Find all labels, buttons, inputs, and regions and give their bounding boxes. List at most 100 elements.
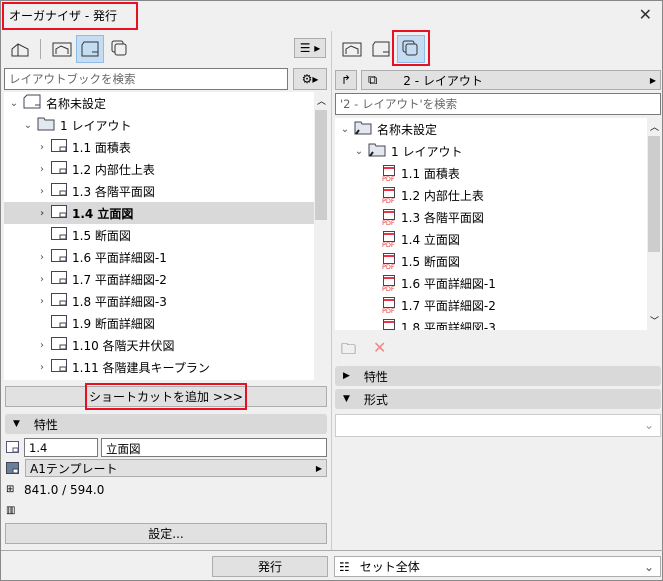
publisher-sets-button[interactable] [106,35,134,63]
svg-text:PDF: PDF [382,307,395,314]
set-nav-select[interactable]: ⧉ 2 - レイアウト ▶ [361,70,661,90]
chevron-icon[interactable]: › [36,296,48,307]
layout-name-field[interactable]: 立面図 [101,438,327,457]
set-item[interactable]: PDF 1.7 平面詳細図-2 [335,294,647,316]
tree-item[interactable]: › 1.1 面積表 [4,136,314,158]
tree-item[interactable]: › 1.3 各階平面図 [4,180,314,202]
set-item[interactable]: PDF 1.5 断面図 [335,250,647,272]
svg-text:PDF: PDF [382,175,395,182]
collapse-icon: ▼ [13,419,20,429]
format-header[interactable]: ▼ 形式 [335,389,661,409]
right-scrollbar[interactable]: ︿ ﹀ [647,118,661,330]
set-item[interactable]: PDF 1.3 各階平面図 [335,206,647,228]
tree-item[interactable]: 1.5 断面図 [4,224,314,246]
layout-book-tree[interactable]: ⌄ 名称未設定 ⌄ 1 レイアウト › 1.1 面積表 › 1.2 内部仕上表 › 1.3 各階平… [4,92,328,380]
tree-item[interactable]: › 1.6 平面詳細図-1 [4,246,314,268]
svg-text:PDF: PDF [382,241,395,248]
tree-item[interactable]: › 1.10 各階天井伏図 [4,334,314,356]
pdf-icon: PDF [382,186,396,205]
chevron-icon[interactable]: ⌄ [22,120,34,131]
scroll-thumb[interactable] [648,136,660,252]
tree-item-label: 1.5 断面図 [72,228,131,243]
right-view-map-button[interactable] [338,35,366,63]
list-icon: ☷ [339,559,350,574]
layout-book-button[interactable] [76,35,104,63]
chevron-icon[interactable]: › [36,340,48,351]
master-layout-icon [6,462,19,477]
set-item[interactable]: PDF 1.8 平面詳細図-3 [335,316,647,330]
menu-button[interactable]: ☰ ▸ [294,38,326,58]
tree-item-label: 1.1 面積表 [72,140,131,155]
scroll-thumb[interactable] [315,110,327,220]
set-search[interactable]: '2 - レイアウト'を検索 [335,93,661,115]
chevron-icon[interactable]: › [36,362,48,373]
tree-item[interactable]: › 1.8 平面詳細図-3 [4,290,314,312]
highlight-shortcut [85,383,247,410]
chevron-icon[interactable]: › [36,164,48,175]
layout-book-search[interactable]: レイアウトブックを検索 [4,68,288,90]
tree-item[interactable]: › 1.11 各階建具キープラン [4,356,314,378]
book-shortcut-icon [354,120,372,138]
set-item[interactable]: PDF 1.1 面積表 [335,162,647,184]
chevron-icon[interactable]: › [36,208,48,219]
project-map-button[interactable] [6,35,34,63]
settings-gear-button[interactable]: ⚙▸ [293,68,327,90]
tree-item[interactable]: › 1.7 平面詳細図-2 [4,268,314,290]
layout-sheet-icon [51,271,67,287]
format-title: 形式 [363,392,388,407]
layout-sheet-icon [51,227,67,243]
left-scrollbar[interactable]: ︿ [314,92,328,380]
chevron-icon[interactable]: › [36,252,48,263]
set-item[interactable]: PDF 1.4 立面図 [335,228,647,250]
set-scope-select[interactable]: ☷ セット全体 ⌄ [334,556,661,577]
tree-item[interactable]: ⌄ 1 レイアウト [4,114,314,136]
settings-button[interactable]: 設定... [5,523,327,544]
set-item[interactable]: PDF 1.2 内部仕上表 [335,184,647,206]
tree-item-label: 名称未設定 [46,96,107,111]
layout-icon [81,41,99,57]
tree-item-label: 1 レイアウト [60,118,132,133]
chevron-icon[interactable]: ⌄ [339,124,351,135]
publish-button[interactable]: 発行 [212,556,328,577]
chevron-icon[interactable]: ⌄ [8,98,20,109]
set-item-label: 1.5 断面図 [401,254,460,269]
tree-item[interactable]: 1.9 断面詳細図 [4,312,314,334]
layout-id-field[interactable]: 1.4 [24,438,98,457]
publisher-set-tree[interactable]: ⌄ 名称未設定 ⌄ 1 レイアウト PDF 1.1 面積表 PDF 1.2 内部仕上表 PDF 1… [335,118,661,330]
layout-sheet-icon [51,359,67,375]
scroll-down-icon[interactable]: ﹀ [650,314,659,327]
format-select[interactable]: ⌄ [335,414,661,437]
delete-icon[interactable]: ✕ [373,338,386,357]
tree-item[interactable]: › 1.4 立面図 [4,202,314,224]
up-level-button[interactable]: ↱ [335,70,357,90]
scroll-up-icon[interactable]: ︿ [650,120,659,133]
chevron-icon[interactable]: › [36,186,48,197]
right-properties-header[interactable]: ▶ 特性 [335,366,661,386]
set-item[interactable]: PDF 1.6 平面詳細図-1 [335,272,647,294]
collapse-icon: ▼ [343,394,350,404]
master-template-select[interactable]: A1テンプレート ▶ [25,459,327,477]
close-button[interactable]: ✕ [639,5,652,24]
chevron-down-icon: ⌄ [643,559,654,574]
tree-item[interactable]: ⌄ 名称未設定 [4,92,314,114]
set-item-label: 1.7 平面詳細図-2 [401,298,496,313]
tree-item[interactable]: › 1.2 内部仕上表 [4,158,314,180]
template-label: A1テンプレート [30,461,118,476]
properties-header[interactable]: ▼ 特性 [5,414,327,434]
set-item-label: 1.6 平面詳細図-1 [401,276,496,291]
set-item[interactable]: ⌄ 1 レイアウト [335,140,647,162]
view-map-button[interactable] [48,35,76,63]
scroll-up-icon[interactable]: ︿ [317,94,326,107]
highlight-sets [392,30,430,66]
layout-sheet-icon [51,249,67,265]
pdf-icon: PDF [382,252,396,271]
up-arrow-icon: ↱ [340,73,352,87]
view-icon [52,42,72,57]
right-layout-book-button[interactable] [367,35,395,63]
chevron-icon[interactable]: ⌄ [353,146,365,157]
chevron-icon[interactable]: › [36,142,48,153]
add-folder-icon[interactable]: 🗀 [341,339,356,364]
chevron-icon[interactable]: › [36,274,48,285]
set-item[interactable]: ⌄ 名称未設定 [335,118,647,140]
gear-icon: ⚙▸ [301,72,319,86]
